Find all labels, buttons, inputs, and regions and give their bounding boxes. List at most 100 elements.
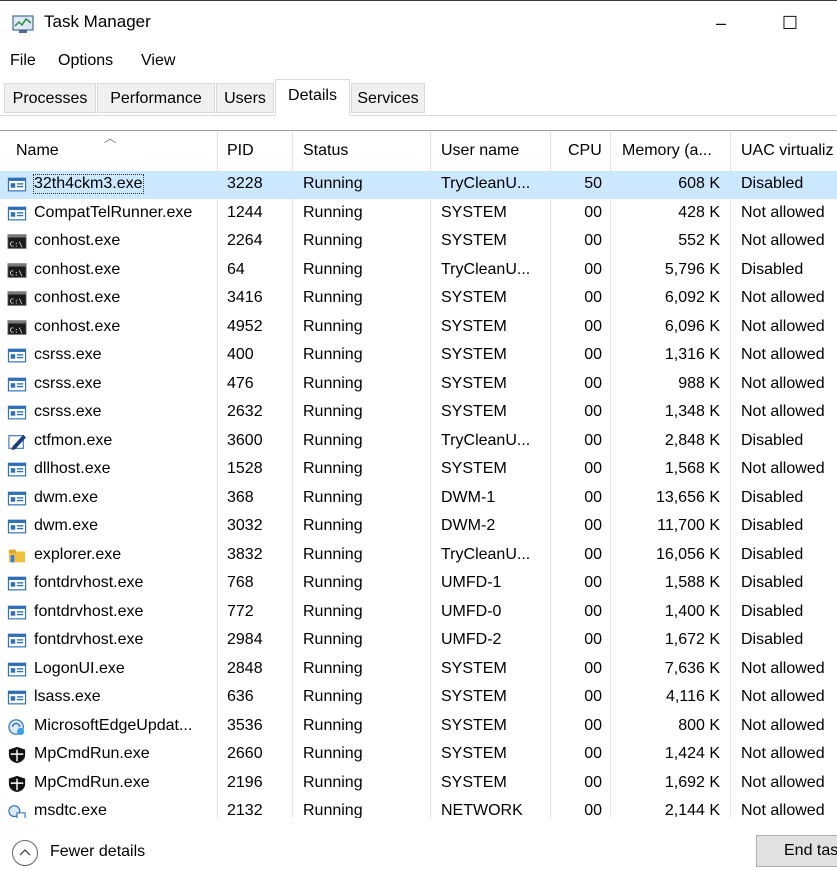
table-row[interactable]: C:\ conhost.exe 4952 Running SYSTEM 00 6,096 K… xyxy=(0,314,837,342)
table-row[interactable]: dllhost.exe 1528 Running SYSTEM 00 1,568 K Not… xyxy=(0,456,837,484)
table-row[interactable]: MicrosoftEdgeUpdat... 3536 Running SYSTEM 00… xyxy=(0,713,837,741)
title-bar: Task Manager – ☐ xyxy=(0,0,837,47)
table-row[interactable]: MpCmdRun.exe 2196 Running SYSTEM 00 1,692 K No… xyxy=(0,770,837,798)
table-row[interactable]: CompatTelRunner.exe 1244 Running SYSTEM 00 42… xyxy=(0,200,837,228)
shield-icon xyxy=(8,775,26,792)
table-row[interactable]: msdtc.exe 2132 Running NETWORK 00 2,144 K Not … xyxy=(0,798,837,819)
cell-user: SYSTEM xyxy=(441,232,507,249)
cell-user: SYSTEM xyxy=(441,203,507,221)
table-row[interactable]: MpCmdRun.exe 2660 Running SYSTEM 00 1,424 K No… xyxy=(0,741,837,769)
cell-uac: Not allowed xyxy=(741,374,825,392)
cell-memory: 13,656 K xyxy=(655,488,720,506)
table-row[interactable]: C:\ conhost.exe 2264 Running SYSTEM 00 552 K No… xyxy=(0,228,837,256)
app-window-icon xyxy=(7,662,27,676)
chevron-up-circle-icon[interactable] xyxy=(12,840,38,866)
details-table: ︿ Name PID Status User name CPU Memory (… xyxy=(0,130,837,819)
table-row[interactable]: 32th4ckm3.exe 3228 Running TryCleanU... 50 60… xyxy=(0,171,837,199)
menu-options[interactable]: Options xyxy=(58,52,113,70)
end-task-button[interactable]: End task xyxy=(756,835,837,867)
table-row[interactable]: csrss.exe 476 Running SYSTEM 00 988 K Not allo… xyxy=(0,371,837,399)
maximize-button[interactable]: ☐ xyxy=(767,7,813,39)
cell-pid: 476 xyxy=(227,374,254,392)
cell-name: lsass.exe xyxy=(34,688,101,705)
tab-services[interactable]: Services xyxy=(351,83,425,113)
cell-uac: Disabled xyxy=(741,545,804,563)
column-header-user-name[interactable]: User name xyxy=(441,142,519,160)
table-row[interactable]: fontdrvhost.exe 772 Running UMFD-0 00 1,400 K… xyxy=(0,599,837,627)
cell-uac: Not allowed xyxy=(741,460,825,477)
cell-name: LogonUI.exe xyxy=(34,659,125,677)
tab-performance[interactable]: Performance xyxy=(97,83,215,113)
table-row[interactable]: csrss.exe 400 Running SYSTEM 00 1,316 K Not al… xyxy=(0,342,837,370)
cell-cpu: 00 xyxy=(584,688,602,705)
table-row[interactable]: dwm.exe 368 Running DWM-1 00 13,656 K Disabled xyxy=(0,485,837,513)
column-header-uac-virtualization[interactable]: UAC virtualiz xyxy=(741,142,833,160)
cell-memory: 1,400 K xyxy=(664,602,720,620)
cell-memory: 1,692 K xyxy=(664,773,720,791)
table-row[interactable]: dwm.exe 3032 Running DWM-2 00 11,700 K Disable… xyxy=(0,513,837,541)
cell-name: 32th4ckm3.exe xyxy=(33,174,144,194)
column-header-cpu[interactable]: CPU xyxy=(568,142,602,160)
minimize-button[interactable]: – xyxy=(698,7,744,39)
table-row[interactable]: explorer.exe 3832 Running TryCleanU... 00 16,… xyxy=(0,542,837,570)
cell-pid: 768 xyxy=(227,574,254,591)
table-row[interactable]: csrss.exe 2632 Running SYSTEM 00 1,348 K Not a… xyxy=(0,399,837,427)
cell-cpu: 00 xyxy=(584,745,602,762)
cell-cpu: 00 xyxy=(584,488,602,506)
cell-pid: 3600 xyxy=(227,431,263,449)
cell-user: SYSTEM xyxy=(441,346,507,363)
table-row[interactable]: C:\ conhost.exe 64 Running TryCleanU... 00 5,7… xyxy=(0,257,837,285)
cell-memory: 2,144 K xyxy=(664,802,720,819)
menu-file[interactable]: File xyxy=(10,52,36,70)
cell-pid: 3832 xyxy=(227,545,263,563)
table-header: ︿ Name PID Status User name CPU Memory (… xyxy=(0,131,837,171)
cell-status: Running xyxy=(303,716,363,734)
cell-uac: Disabled xyxy=(741,517,804,534)
cell-cpu: 00 xyxy=(584,346,602,363)
cell-memory: 1,348 K xyxy=(664,403,720,420)
cell-uac: Disabled xyxy=(741,175,804,192)
table-row[interactable]: lsass.exe 636 Running SYSTEM 00 4,116 K Not al… xyxy=(0,684,837,712)
cell-name: CompatTelRunner.exe xyxy=(34,203,193,221)
fewer-details-link[interactable]: Fewer details xyxy=(50,843,145,861)
tab-processes[interactable]: Processes xyxy=(4,83,96,113)
column-header-name[interactable]: Name xyxy=(16,142,59,160)
menu-view[interactable]: View xyxy=(141,52,175,70)
minimize-icon: – xyxy=(715,12,726,33)
tab-details[interactable]: Details xyxy=(275,79,350,116)
cell-user: DWM-2 xyxy=(441,517,496,534)
tab-users[interactable]: Users xyxy=(216,83,274,113)
cell-uac: Disabled xyxy=(741,574,804,591)
column-header-memory[interactable]: Memory (a... xyxy=(622,142,712,160)
cell-name: MicrosoftEdgeUpdat... xyxy=(34,716,193,734)
cell-status: Running xyxy=(303,203,363,221)
cell-uac: Not allowed xyxy=(741,232,825,249)
cell-memory: 1,568 K xyxy=(664,460,720,477)
column-header-pid[interactable]: PID xyxy=(227,142,254,160)
cell-uac: Disabled xyxy=(741,488,804,506)
cell-uac: Not allowed xyxy=(741,317,825,335)
column-header-status[interactable]: Status xyxy=(303,142,348,160)
table-row[interactable]: ctfmon.exe 3600 Running TryCleanU... 00 2,848… xyxy=(0,428,837,456)
cell-name: dllhost.exe xyxy=(34,460,111,477)
cell-pid: 64 xyxy=(227,260,245,278)
table-row[interactable]: fontdrvhost.exe 768 Running UMFD-1 00 1,588 K… xyxy=(0,570,837,598)
svg-text:C:\: C:\ xyxy=(10,297,23,306)
cell-name: csrss.exe xyxy=(34,346,102,363)
table-row[interactable]: fontdrvhost.exe 2984 Running UMFD-2 00 1,672 … xyxy=(0,627,837,655)
cell-uac: Disabled xyxy=(741,431,804,449)
cell-user: TryCleanU... xyxy=(441,175,531,192)
table-row[interactable]: LogonUI.exe 2848 Running SYSTEM 00 7,636 K Not… xyxy=(0,656,837,684)
end-task-label: End task xyxy=(784,842,837,859)
cell-status: Running xyxy=(303,688,363,705)
table-row[interactable]: C:\ conhost.exe 3416 Running SYSTEM 00 6,092 K… xyxy=(0,285,837,313)
app-window-icon xyxy=(7,605,27,619)
cell-name: ctfmon.exe xyxy=(34,431,113,449)
cell-status: Running xyxy=(303,802,363,819)
app-window-icon xyxy=(7,576,27,591)
cell-user: NETWORK xyxy=(441,802,523,819)
cell-cpu: 00 xyxy=(584,374,602,392)
task-manager-icon xyxy=(12,15,34,33)
cell-user: SYSTEM xyxy=(441,745,507,762)
cell-pid: 2264 xyxy=(227,232,263,249)
